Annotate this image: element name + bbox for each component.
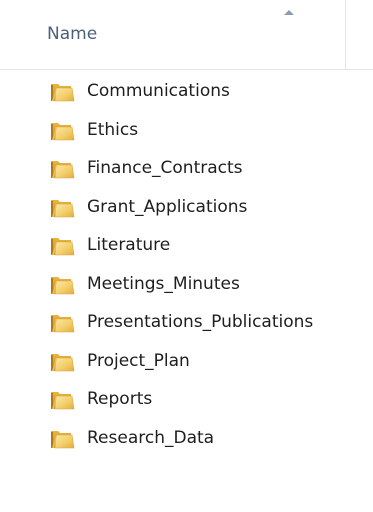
folder-row[interactable]: Reports bbox=[0, 380, 373, 419]
folder-icon bbox=[50, 199, 75, 217]
folder-name: Research_Data bbox=[87, 427, 215, 448]
folder-row[interactable]: Communications bbox=[0, 72, 373, 111]
folder-list: Communications Ethics Finance_Contracts … bbox=[0, 72, 373, 457]
folder-row[interactable]: Finance_Contracts bbox=[0, 149, 373, 188]
folder-row[interactable]: Research_Data bbox=[0, 419, 373, 458]
folder-name: Communications bbox=[87, 81, 230, 101]
folder-icon bbox=[50, 430, 75, 448]
column-divider[interactable] bbox=[345, 0, 346, 70]
folder-icon bbox=[50, 237, 75, 256]
folder-name: Project_Plan bbox=[87, 350, 190, 371]
folder-icon bbox=[50, 391, 75, 410]
folder-icon bbox=[50, 314, 75, 333]
folder-name: Finance_Contracts bbox=[87, 158, 243, 178]
folder-name: Literature bbox=[87, 235, 171, 255]
folder-icon bbox=[50, 83, 75, 102]
folder-name: Grant_Applications bbox=[87, 196, 248, 217]
folder-row[interactable]: Presentations_Publications bbox=[0, 303, 373, 342]
folder-name: Meetings_Minutes bbox=[87, 273, 240, 294]
folder-row[interactable]: Literature bbox=[0, 226, 373, 265]
folder-row[interactable]: Grant_Applications bbox=[0, 188, 373, 227]
name-column-header[interactable]: Name bbox=[0, 0, 373, 70]
folder-name: Presentations_Publications bbox=[87, 312, 314, 332]
folder-icon bbox=[50, 353, 75, 371]
folder-icon bbox=[50, 122, 75, 140]
name-column-label: Name bbox=[47, 24, 98, 44]
folder-name: Ethics bbox=[87, 119, 139, 140]
folder-name: Reports bbox=[87, 389, 153, 409]
file-explorer-pane: Name Communications Ethics Finance_Contr… bbox=[0, 0, 373, 512]
folder-row[interactable]: Meetings_Minutes bbox=[0, 265, 373, 304]
sort-ascending-icon bbox=[284, 10, 294, 15]
folder-icon bbox=[50, 160, 75, 179]
folder-row[interactable]: Project_Plan bbox=[0, 342, 373, 381]
folder-row[interactable]: Ethics bbox=[0, 111, 373, 150]
folder-icon bbox=[50, 276, 75, 294]
